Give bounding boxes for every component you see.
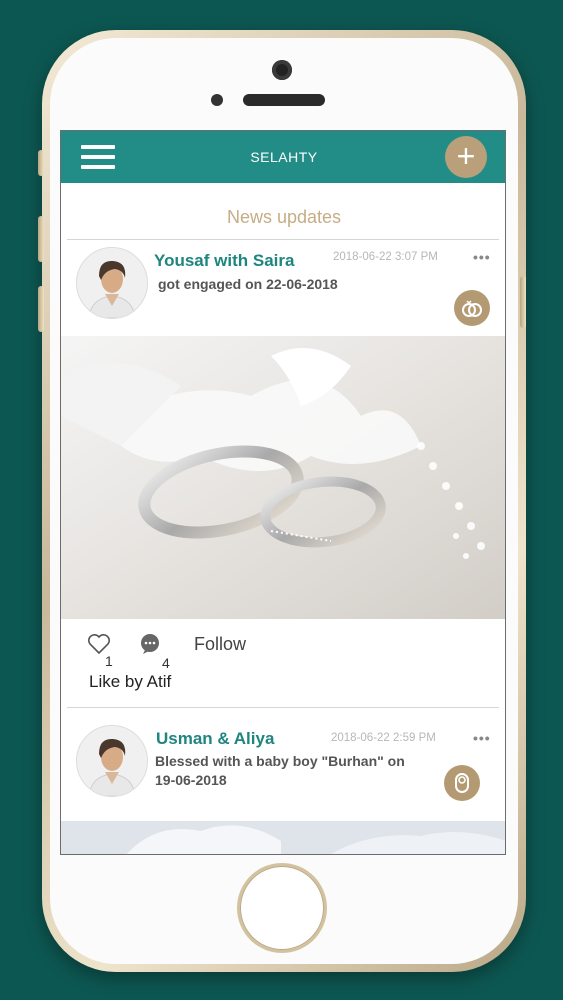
- home-button[interactable]: [240, 866, 324, 950]
- liked-by-text[interactable]: Like by Atif: [89, 672, 171, 692]
- comment-count: 4: [162, 655, 170, 671]
- post-image[interactable]: [61, 821, 505, 854]
- post-author-name[interactable]: Usman & Aliya: [156, 729, 274, 749]
- like-count: 1: [105, 653, 113, 669]
- divider: [67, 239, 499, 240]
- rings-icon: [454, 290, 490, 326]
- post-author-name[interactable]: Yousaf with Saira: [154, 251, 294, 271]
- post-timestamp: 2018-06-22 2:59 PM: [331, 732, 436, 744]
- post-image[interactable]: [61, 336, 505, 619]
- app-bar: SELAHTY +: [61, 131, 505, 183]
- post-text: Blessed with a baby boy "Burhan" on: [155, 753, 405, 769]
- comment-icon[interactable]: [139, 633, 161, 660]
- app-title: SELAHTY: [250, 149, 318, 165]
- front-camera: [272, 60, 292, 80]
- volume-up-button: [38, 216, 44, 262]
- power-button: [520, 276, 526, 328]
- post-text-line2: 19-06-2018: [155, 772, 227, 788]
- silent-switch: [38, 150, 44, 176]
- volume-down-button: [38, 286, 44, 332]
- more-options-icon[interactable]: •••: [473, 249, 491, 265]
- app-screen: SELAHTY + News updates Yousaf with Saira…: [60, 130, 506, 855]
- post-text: got engaged on 22-06-2018: [158, 276, 338, 292]
- follow-button[interactable]: Follow: [194, 634, 246, 655]
- post-timestamp: 2018-06-22 3:07 PM: [333, 251, 438, 263]
- baby-icon: [444, 765, 480, 801]
- more-options-icon[interactable]: •••: [473, 730, 491, 746]
- add-button[interactable]: +: [445, 136, 487, 178]
- section-title: News updates: [226, 207, 342, 227]
- proximity-sensor: [211, 94, 223, 106]
- earpiece-speaker: [243, 94, 325, 106]
- divider: [67, 707, 499, 708]
- avatar[interactable]: [76, 247, 148, 319]
- avatar[interactable]: [76, 725, 148, 797]
